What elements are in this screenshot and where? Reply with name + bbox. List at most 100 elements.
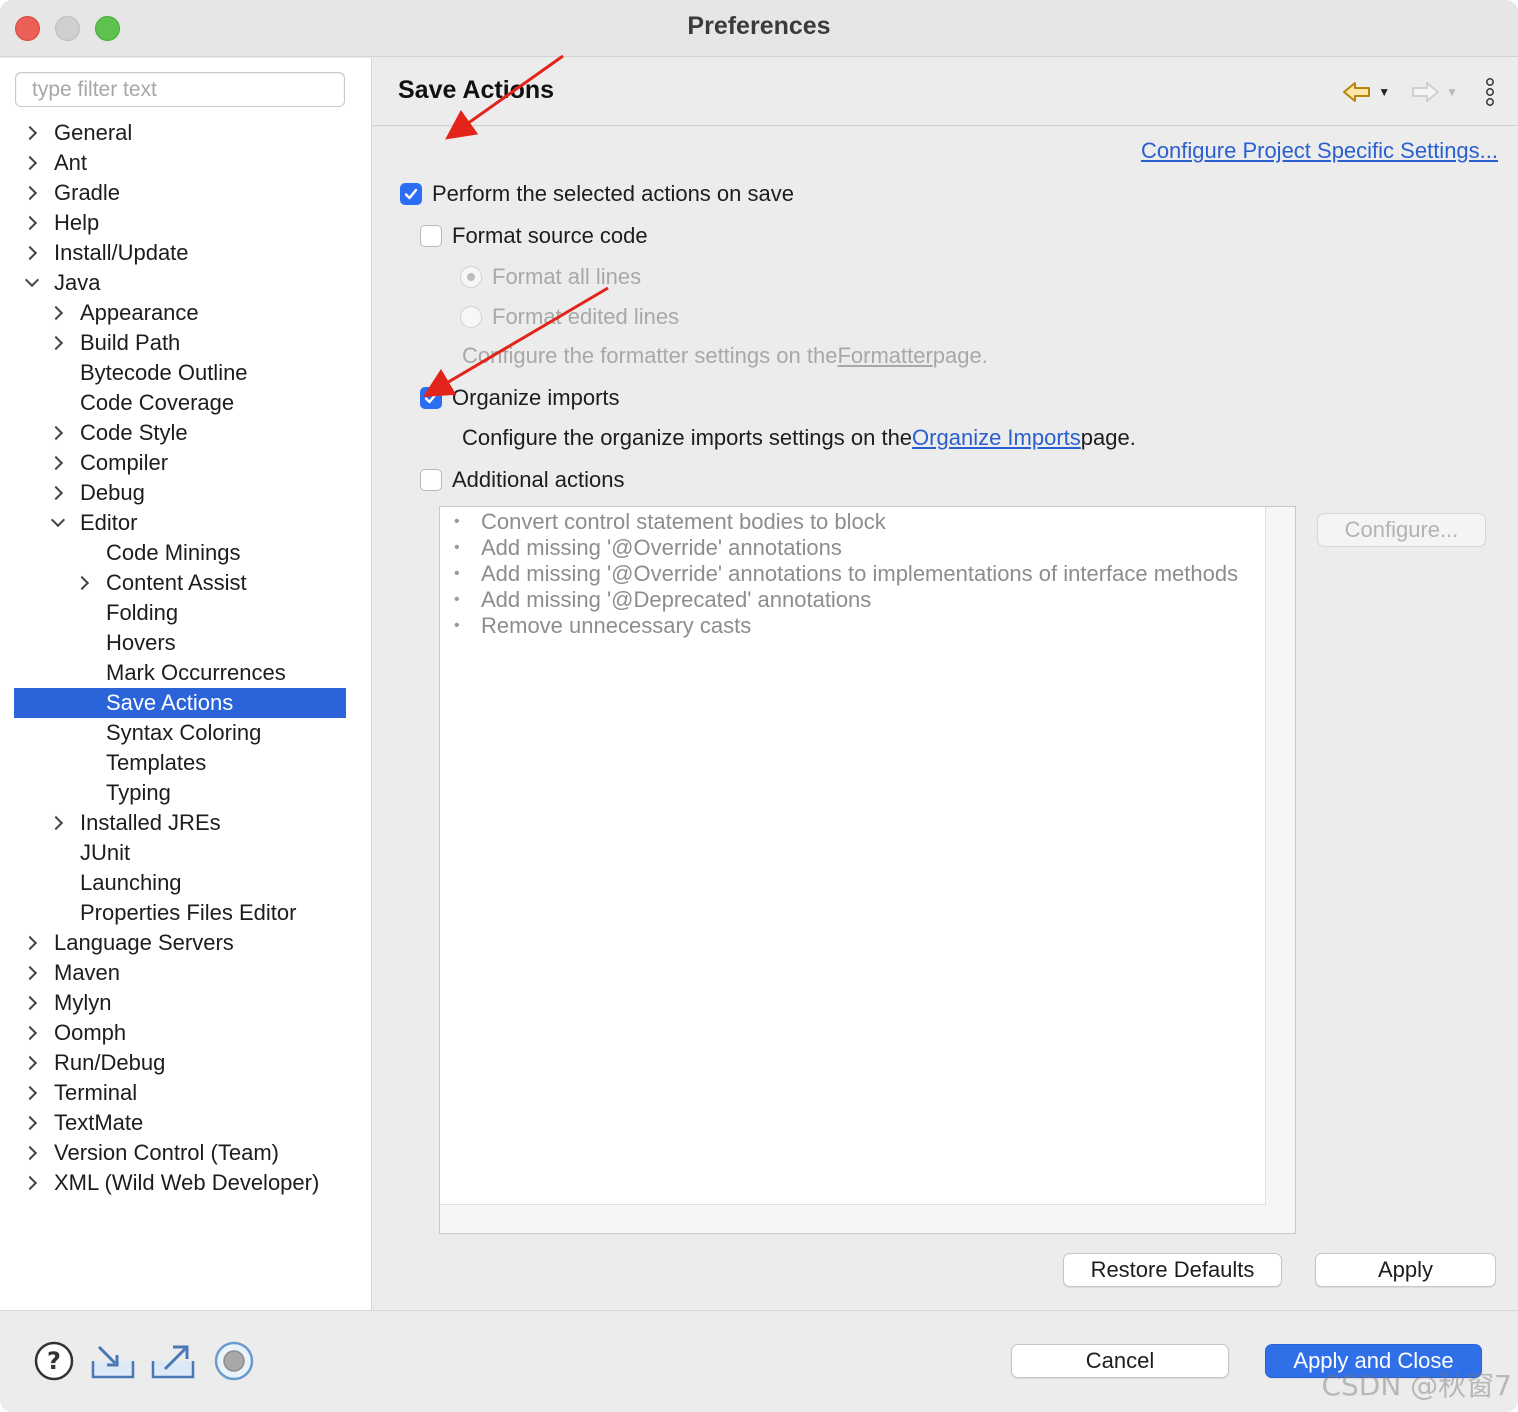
organize-imports-link[interactable]: Organize Imports — [912, 424, 1081, 452]
tree-item[interactable]: Save Actions — [14, 688, 346, 718]
chevron-right-icon[interactable] — [22, 238, 42, 268]
apply-button[interactable]: Apply — [1315, 1253, 1496, 1287]
additional-actions-checkbox[interactable] — [420, 469, 442, 491]
tree-item[interactable]: Language Servers — [0, 928, 372, 958]
chevron-glyph — [74, 575, 90, 591]
chevron-right-icon[interactable] — [22, 1108, 42, 1138]
export-icon[interactable] — [151, 1339, 195, 1383]
tree-item[interactable]: Hovers — [0, 628, 372, 658]
help-icon[interactable]: ? — [32, 1339, 76, 1383]
perform-actions-row[interactable]: Perform the selected actions on save — [400, 180, 794, 208]
format-edited-lines-row: Format edited lines — [460, 303, 679, 331]
tree-item[interactable]: Terminal — [0, 1078, 372, 1108]
chevron-glyph — [48, 455, 64, 471]
format-edited-lines-radio — [460, 306, 482, 328]
chevron-right-icon[interactable] — [74, 568, 94, 598]
tree-item[interactable]: Oomph — [0, 1018, 372, 1048]
chevron-right-icon[interactable] — [22, 1138, 42, 1168]
record-icon[interactable] — [212, 1339, 256, 1383]
chevron-right-icon[interactable] — [22, 208, 42, 238]
tree-item[interactable]: Properties Files Editor — [0, 898, 372, 928]
tree-item[interactable]: TextMate — [0, 1108, 372, 1138]
chevron-right-icon[interactable] — [22, 1048, 42, 1078]
tree-item[interactable]: Installed JREs — [0, 808, 372, 838]
chevron-glyph — [48, 485, 64, 501]
window-title: Preferences — [687, 12, 831, 40]
tree-item[interactable]: Bytecode Outline — [0, 358, 372, 388]
additional-action-item: • Add missing '@Deprecated' annotations — [440, 587, 1265, 613]
chevron-right-icon[interactable] — [22, 1018, 42, 1048]
project-specific-settings-link[interactable]: Configure Project Specific Settings... — [1141, 138, 1498, 164]
tree-item[interactable]: Gradle — [0, 178, 372, 208]
chevron-right-icon[interactable] — [48, 478, 68, 508]
format-source-checkbox[interactable] — [420, 225, 442, 247]
tree-item[interactable]: General — [0, 118, 372, 148]
back-dropdown-icon[interactable]: ▼ — [1378, 85, 1390, 99]
chevron-right-icon[interactable] — [22, 178, 42, 208]
tree-item[interactable]: Run/Debug — [0, 1048, 372, 1078]
chevron-right-icon[interactable] — [22, 1078, 42, 1108]
chevron-right-icon[interactable] — [22, 928, 42, 958]
tree-item[interactable]: Appearance — [0, 298, 372, 328]
cancel-button[interactable]: Cancel — [1011, 1344, 1229, 1378]
organize-imports-checkbox[interactable] — [420, 387, 442, 409]
chevron-right-icon[interactable] — [22, 118, 42, 148]
chevron-right-icon[interactable] — [22, 958, 42, 988]
tree-item[interactable]: Compiler — [0, 448, 372, 478]
tree-item[interactable]: Code Coverage — [0, 388, 372, 418]
import-icon[interactable] — [91, 1339, 135, 1383]
additional-actions-list[interactable]: • Convert control statement bodies to blo… — [439, 506, 1296, 1234]
tree-item[interactable]: Launching — [0, 868, 372, 898]
chevron-glyph — [50, 512, 66, 528]
tree-item[interactable]: Debug — [0, 478, 372, 508]
tree-item[interactable]: Code Minings — [0, 538, 372, 568]
chevron-glyph — [48, 815, 64, 831]
chevron-right-icon[interactable] — [22, 1168, 42, 1198]
chevron-right-icon[interactable] — [22, 988, 42, 1018]
chevron-right-icon[interactable] — [48, 298, 68, 328]
chevron-glyph — [22, 1175, 38, 1191]
tree-item[interactable]: Maven — [0, 958, 372, 988]
chevron-right-icon[interactable] — [48, 808, 68, 838]
tree-item[interactable]: Install/Update — [0, 238, 372, 268]
tree-item[interactable]: Editor — [0, 508, 372, 538]
tree-item[interactable]: Mark Occurrences — [0, 658, 372, 688]
tree-item[interactable]: Java — [0, 268, 372, 298]
view-menu-icon[interactable] — [1484, 77, 1496, 107]
tree-item[interactable]: Build Path — [0, 328, 372, 358]
tree-item-label: General — [54, 120, 133, 145]
tree-item[interactable]: Folding — [0, 598, 372, 628]
tree-item-label: Ant — [54, 150, 88, 175]
chevron-right-icon[interactable] — [22, 148, 42, 178]
restore-defaults-button[interactable]: Restore Defaults — [1063, 1253, 1282, 1287]
chevron-right-icon[interactable] — [48, 328, 68, 358]
organize-imports-row[interactable]: Organize imports — [420, 384, 620, 412]
organize-text-pre: Configure the organize imports settings … — [462, 425, 913, 450]
tree-item[interactable]: Help — [0, 208, 372, 238]
format-all-lines-label: Format all lines — [492, 264, 642, 289]
chevron-glyph — [22, 155, 38, 171]
tree-item[interactable]: JUnit — [0, 838, 372, 868]
svg-text:?: ? — [47, 1347, 61, 1375]
format-source-row[interactable]: Format source code — [420, 222, 648, 250]
additional-action-item: • Remove unnecessary casts — [440, 613, 1265, 639]
organize-text-post: page. — [1080, 425, 1136, 450]
chevron-right-icon[interactable] — [48, 418, 68, 448]
tree-item[interactable]: Syntax Coloring — [0, 718, 372, 748]
perform-actions-checkbox[interactable] — [400, 183, 422, 205]
tree-item[interactable]: Content Assist — [0, 568, 372, 598]
tree-item[interactable]: XML (Wild Web Developer) — [0, 1168, 372, 1198]
tree-item[interactable]: Ant — [0, 148, 372, 178]
filter-input[interactable] — [15, 72, 345, 107]
tree-item[interactable]: Templates — [0, 748, 372, 778]
tree-item[interactable]: Version Control (Team) — [0, 1138, 372, 1168]
tree-item[interactable]: Code Style — [0, 418, 372, 448]
chevron-down-icon[interactable] — [22, 268, 42, 298]
chevron-right-icon[interactable] — [48, 448, 68, 478]
chevron-down-icon[interactable] — [48, 508, 68, 538]
tree-item[interactable]: Mylyn — [0, 988, 372, 1018]
back-arrow-icon[interactable] — [1342, 80, 1372, 104]
additional-actions-row[interactable]: Additional actions — [420, 466, 624, 494]
tree-item[interactable]: Typing — [0, 778, 372, 808]
tree-item-label: Mark Occurrences — [106, 660, 286, 685]
